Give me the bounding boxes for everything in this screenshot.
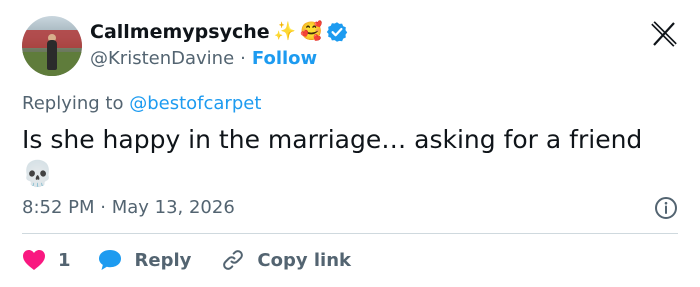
reply-label: Reply [134,249,192,271]
handle-row: @KristenDavine · Follow [90,48,317,69]
author-name-row: Callmemypsyche ✨ 🥰 [90,19,348,45]
x-logo-icon[interactable] [650,20,678,48]
copy-link-button[interactable]: Copy link [221,248,351,272]
skull-emoji: 💀 [22,159,54,188]
avatar[interactable] [22,16,82,76]
copy-link-label: Copy link [257,249,351,271]
tweet-text: Is she happy in the marriage… asking for… [22,123,672,191]
reply-button[interactable]: Reply [97,248,192,272]
info-icon[interactable] [654,196,678,220]
divider [22,233,678,234]
heart-icon [23,250,45,270]
replying-prefix: Replying to [22,93,124,114]
follow-button[interactable]: Follow [252,48,317,69]
avatar-person [47,40,57,70]
replying-to: Replying to @bestofcarpet [22,93,261,114]
display-name[interactable]: Callmemypsyche [90,21,270,43]
replying-mention[interactable]: @bestofcarpet [129,93,261,114]
reply-bubble-icon [98,250,121,270]
handle[interactable]: @KristenDavine [90,48,234,69]
tweet-timestamp[interactable]: 8:52 PM · May 13, 2026 [22,197,235,218]
smiling-hearts-emoji: 🥰 [300,21,323,42]
action-bar: 1 Reply Copy link [22,247,351,273]
sparkles-emoji: ✨ [273,21,297,42]
tweet-body: Is she happy in the marriage… asking for… [22,125,643,154]
link-icon [223,250,244,270]
handle-separator: · [240,48,246,69]
verified-badge-icon [327,22,348,42]
like-button[interactable]: 1 [22,249,71,271]
like-count: 1 [58,249,71,271]
